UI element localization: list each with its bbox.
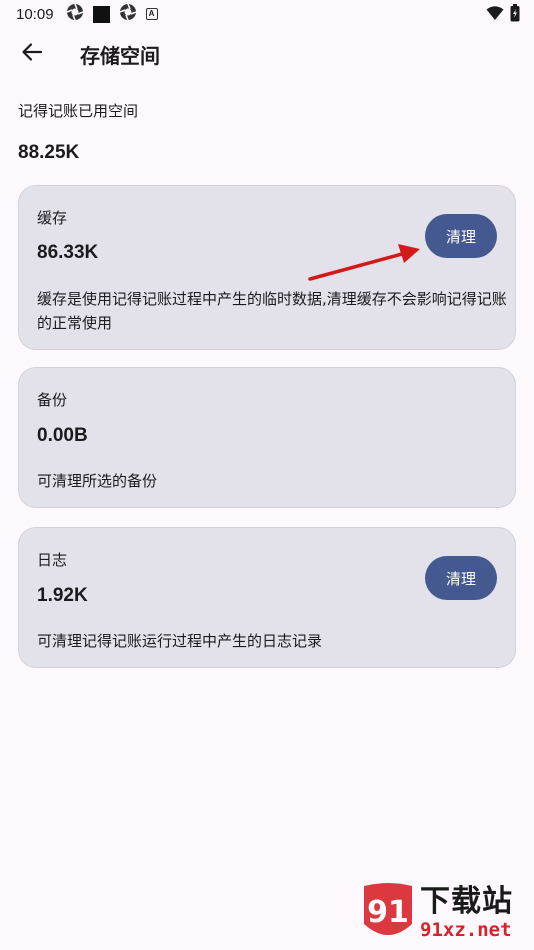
used-space-value: 88.25K bbox=[18, 142, 80, 163]
wifi-icon bbox=[486, 5, 504, 25]
cache-size: 86.33K bbox=[37, 242, 99, 263]
a-badge-icon: A bbox=[145, 8, 158, 20]
aperture-icon bbox=[119, 3, 137, 25]
notification-icons: A bbox=[66, 3, 158, 25]
page-title: 存储空间 bbox=[80, 43, 160, 68]
log-description: 可清理记得记账运行过程中产生的日志记录 bbox=[37, 632, 323, 650]
status-time: 10:09 bbox=[16, 5, 54, 23]
back-button[interactable] bbox=[12, 34, 52, 74]
watermark-url: 91xz.net bbox=[420, 919, 512, 941]
log-size: 1.92K bbox=[37, 585, 88, 606]
cache-title: 缓存 bbox=[37, 209, 68, 227]
watermark: 91 下载站 91xz.net bbox=[360, 878, 530, 948]
cache-description: 缓存是使用记得记账过程中产生的临时数据,清理缓存不会影响记得记账的正常使用 bbox=[37, 290, 507, 332]
battery-icon bbox=[510, 4, 520, 26]
status-bar: 10:09 A bbox=[0, 0, 534, 28]
top-app-bar: 存储空间 bbox=[0, 28, 534, 80]
black-square-icon bbox=[92, 5, 110, 23]
backup-title: 备份 bbox=[37, 391, 68, 409]
red-arrow-annotation bbox=[308, 244, 420, 281]
clear-log-button[interactable]: 清理 bbox=[425, 556, 497, 600]
svg-text:91: 91 bbox=[367, 895, 409, 930]
arrow-back-icon bbox=[21, 41, 43, 67]
backup-size: 0.00B bbox=[37, 425, 88, 446]
clear-cache-button[interactable]: 清理 bbox=[425, 214, 497, 258]
watermark-logo-icon: 91 bbox=[360, 880, 416, 946]
log-card: 日志 1.92K 清理 可清理记得记账运行过程中产生的日志记录 bbox=[18, 527, 516, 668]
backup-description: 可清理所选的备份 bbox=[37, 472, 158, 490]
log-title: 日志 bbox=[37, 551, 68, 569]
backup-card: 备份 0.00B 可清理所选的备份 bbox=[18, 367, 516, 508]
aperture-icon bbox=[66, 3, 84, 25]
system-icons bbox=[486, 4, 520, 26]
used-space-label: 记得记账已用空间 bbox=[18, 102, 139, 120]
watermark-title: 下载站 bbox=[420, 884, 513, 919]
cache-card: 缓存 86.33K 清理 缓存是使用记得记账过程中产生的临时数据,清理缓存不会影… bbox=[18, 185, 516, 350]
